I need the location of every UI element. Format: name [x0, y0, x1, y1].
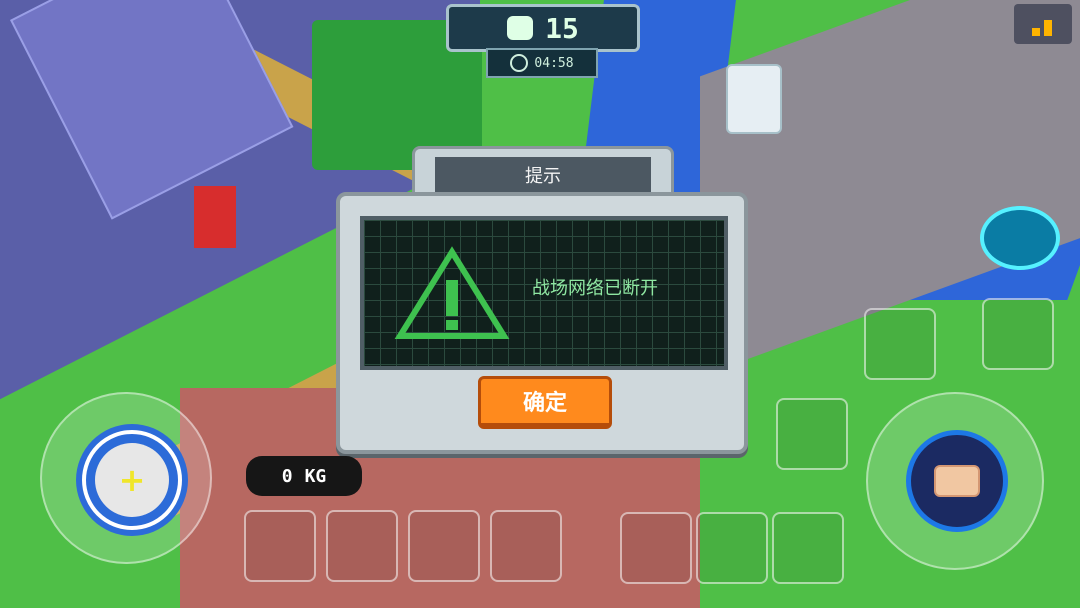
quick-slot-4[interactable] — [620, 512, 692, 584]
dialog-message: 战场网络已断开 — [532, 278, 658, 299]
plus-icon: + — [95, 443, 169, 517]
quick-slot-6[interactable] — [772, 512, 844, 584]
weight-indicator: 0 KG — [246, 456, 362, 496]
weight-value: 0 — [281, 465, 293, 487]
quick-slot-5[interactable] — [696, 512, 768, 584]
quick-slot-1[interactable] — [864, 308, 936, 380]
confirm-button[interactable]: 确定 — [478, 376, 612, 429]
inventory-slot-1[interactable] — [244, 510, 316, 582]
quick-slot-3[interactable] — [776, 398, 848, 470]
add-button[interactable]: + — [82, 430, 182, 530]
action-button[interactable] — [906, 430, 1008, 532]
game-scene[interactable]: 15 04:58 提示 战场网络已断开 确定 + 0 KG — [0, 0, 1080, 608]
quick-slot-2[interactable] — [982, 298, 1054, 370]
dialog-title-tab: 提示 — [412, 146, 674, 197]
disconnect-dialog: 战场网络已断开 确定 — [336, 192, 748, 454]
weight-unit: KG — [304, 465, 327, 487]
dialog-title: 提示 — [435, 157, 651, 193]
dialog-screen: 战场网络已断开 — [360, 216, 728, 370]
inventory-slot-3[interactable] — [408, 510, 480, 582]
hand-icon — [934, 465, 980, 497]
inventory-slot-2[interactable] — [326, 510, 398, 582]
inventory-slot-4[interactable] — [490, 510, 562, 582]
inventory-bar — [244, 510, 562, 582]
warning-icon — [394, 246, 510, 339]
